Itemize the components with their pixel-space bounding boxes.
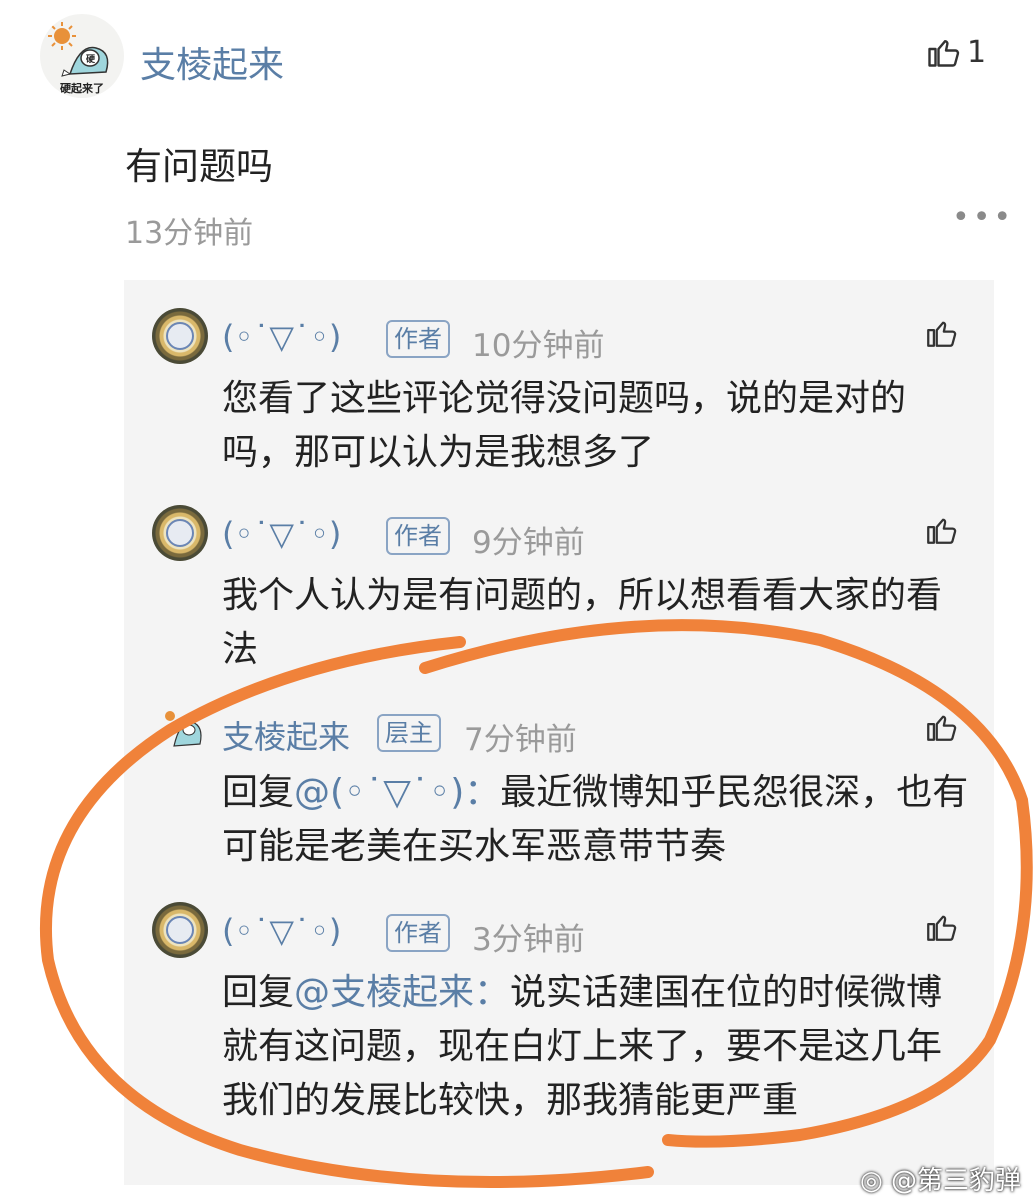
weibo-logo-icon: ◎ [860, 1166, 883, 1196]
annotation-circle [39, 619, 1033, 1189]
weibo-watermark: ◎ @第三豹弹 [860, 1166, 1021, 1196]
